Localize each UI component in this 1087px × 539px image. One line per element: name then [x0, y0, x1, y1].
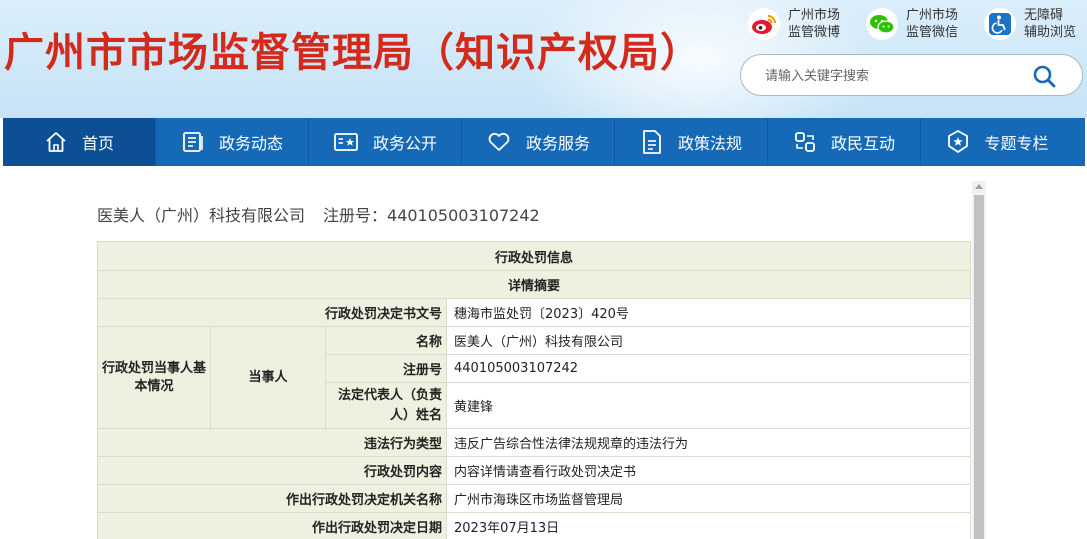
search-icon[interactable]: [1032, 64, 1056, 88]
date-value: 2023年07月13日: [445, 512, 972, 539]
news-icon: [183, 132, 203, 152]
content-label: 行政处罚内容: [97, 456, 447, 485]
nav-item-open-affairs-label: 政务公开: [372, 134, 437, 153]
violation-value: 违反广告综合性法律法规规章的违法行为: [445, 428, 972, 457]
open-affairs-icon: [334, 133, 358, 151]
search-box: [740, 54, 1083, 96]
party-label: 当事人: [210, 326, 326, 429]
nav-item-topics-label: 专题专栏: [984, 134, 1049, 153]
weibo-link-line2: 监管微博: [788, 25, 841, 40]
violation-label: 违法行为类型: [97, 428, 447, 457]
authority-value: 广州市海珠区市场监督管理局: [445, 484, 972, 513]
home-icon: [46, 132, 66, 152]
service-icon: [488, 132, 510, 151]
nav-item-topics[interactable]: 专题专栏: [921, 118, 1074, 166]
party-group-label: 行政处罚当事人基本情况: [97, 326, 211, 429]
doc-no-value: 穗海市监处罚〔2023〕420号: [445, 298, 972, 327]
accessibility-icon: [984, 8, 1016, 40]
wechat-link-line1: 广州市场: [906, 8, 959, 23]
accessibility-link-line2: 辅助浏览: [1024, 25, 1077, 40]
rep-label: 法定代表人（负责人）姓名: [325, 382, 447, 429]
site-title[interactable]: 广州市市场监督管理局（知识产权局）: [4, 20, 701, 78]
wechat-link[interactable]: 广州市场 监管微信: [866, 4, 966, 44]
company-name: 医美人（广州）科技有限公司: [97, 206, 306, 225]
nav-item-news[interactable]: 政务动态: [156, 118, 309, 166]
content-value: 内容详情请查看行政处罚决定书: [445, 456, 972, 485]
doc-no-label: 行政处罚决定书文号: [97, 298, 447, 327]
nav-item-policy-label: 政策法规: [677, 134, 742, 153]
main-nav: 首页 政务动态 政务公开 政务服务 政策法规 政民互动 专题专栏: [3, 118, 1085, 166]
weibo-link[interactable]: 广州市场 监管微博: [748, 4, 848, 44]
nav-item-service-label: 政务服务: [525, 134, 590, 153]
document-icon: [643, 130, 661, 154]
weibo-icon: [748, 8, 780, 40]
search-input[interactable]: [765, 65, 1025, 87]
scroll-up-arrow-icon[interactable]: [975, 184, 983, 189]
accessibility-link[interactable]: 无障碍 辅助浏览: [984, 4, 1084, 44]
penalty-info-table: 行政处罚信息 详情摘要 行政处罚决定书文号 穗海市监处罚〔2023〕420号 行…: [96, 241, 972, 539]
nav-item-interaction-label: 政民互动: [830, 134, 895, 153]
site-header: 广州市市场监督管理局（知识产权局） 广州市场 监管微博 广州市场 监管微信 无障…: [0, 0, 1087, 118]
table-subtitle: 详情摘要: [96, 270, 972, 299]
wechat-icon: [866, 8, 898, 40]
topic-icon: [948, 130, 969, 153]
nav-item-home[interactable]: 首页: [3, 118, 156, 166]
weibo-link-line1: 广州市场: [788, 8, 841, 23]
nav-item-service[interactable]: 政务服务: [462, 118, 615, 166]
nav-item-open-affairs[interactable]: 政务公开: [309, 118, 462, 166]
wechat-link-line2: 监管微信: [906, 25, 959, 40]
date-label: 作出行政处罚决定日期: [97, 512, 447, 539]
top-links: 广州市场 监管微博 广州市场 监管微信 无障碍 辅助浏览: [748, 4, 1087, 44]
name-value: 医美人（广州）科技有限公司: [445, 326, 972, 355]
scrollbar[interactable]: [972, 181, 986, 539]
reg-label: 注册号: [325, 354, 447, 383]
scrollbar-thumb[interactable]: [974, 195, 984, 539]
accessibility-link-line1: 无障碍: [1024, 8, 1064, 23]
name-label: 名称: [325, 326, 447, 355]
interaction-icon: [795, 132, 815, 152]
nav-item-news-label: 政务动态: [218, 134, 283, 153]
authority-label: 作出行政处罚决定机关名称: [97, 484, 447, 513]
reg-value: 440105003107242: [445, 354, 972, 383]
company-heading: 医美人（广州）科技有限公司 注册号：440105003107242: [97, 202, 540, 226]
nav-item-interaction[interactable]: 政民互动: [768, 118, 921, 166]
rep-value: 黄建锋: [445, 382, 972, 429]
nav-item-home-label: 首页: [81, 134, 114, 153]
nav-item-policy[interactable]: 政策法规: [615, 118, 768, 166]
table-title: 行政处罚信息: [96, 241, 972, 271]
company-reg-number: 注册号：440105003107242: [323, 206, 540, 225]
